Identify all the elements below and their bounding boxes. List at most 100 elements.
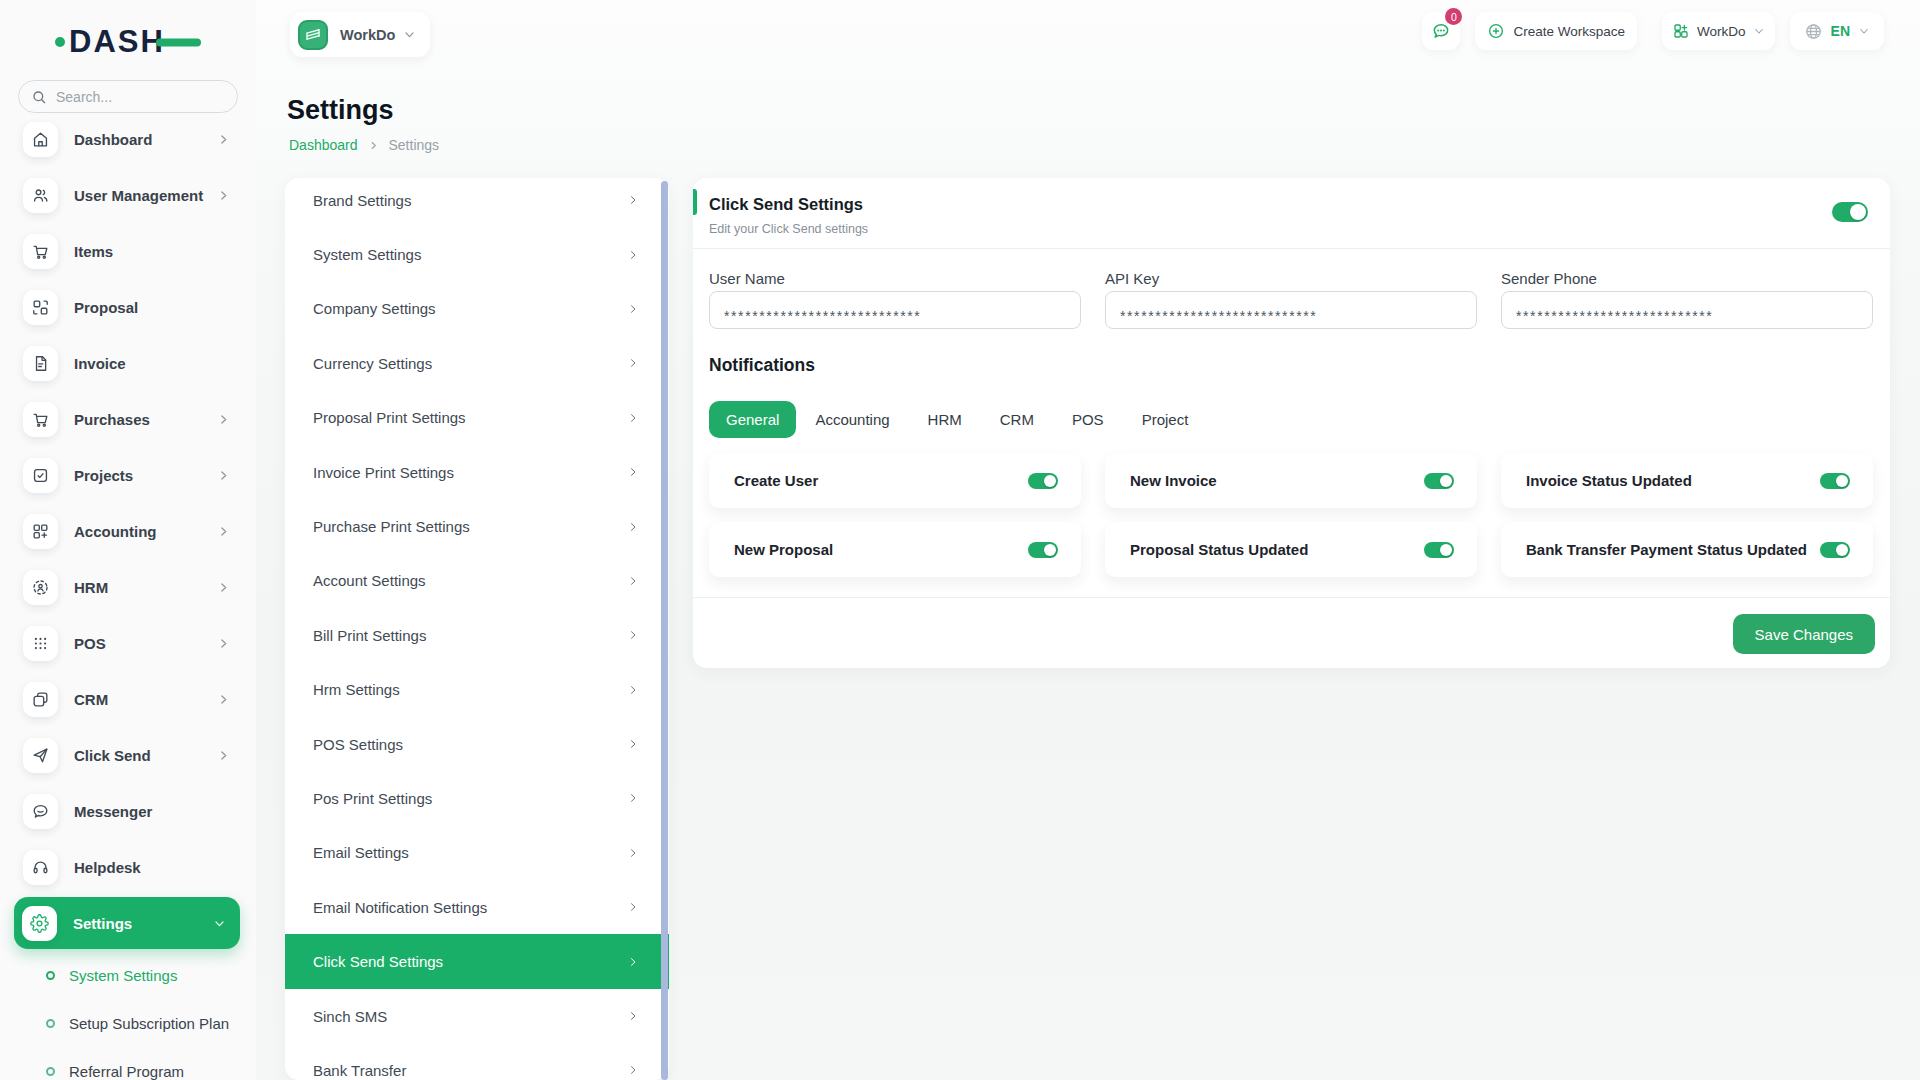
chevron-right-icon (627, 412, 639, 424)
notification-tab[interactable]: Project (1123, 401, 1208, 438)
sidebar-item[interactable]: POS (0, 615, 256, 671)
settings-menu-item[interactable]: Email Notification Settings (285, 880, 669, 934)
messenger-icon (31, 802, 50, 821)
submenu-item[interactable]: Referral Program (0, 1047, 256, 1080)
bullet-icon (46, 1019, 55, 1028)
settings-menu-card: Brand Settings System Settings Company S… (285, 178, 669, 1080)
settings-menu-item[interactable]: Sinch SMS (285, 989, 669, 1043)
sidebar-item[interactable]: Accounting (0, 503, 256, 559)
sidebar-item[interactable]: Click Send (0, 727, 256, 783)
workspace-switcher[interactable]: WorkDo (290, 12, 430, 57)
panel-title: Click Send Settings (709, 195, 863, 214)
notification-tab[interactable]: General (709, 401, 796, 438)
sidebar-item[interactable]: Items (0, 223, 256, 279)
messenger-button[interactable]: 0 (1422, 12, 1460, 50)
settings-menu-item[interactable]: POS Settings (285, 717, 669, 771)
notification-tab[interactable]: HRM (909, 401, 981, 438)
chevron-right-icon (627, 249, 639, 261)
breadcrumb-dashboard[interactable]: Dashboard (289, 137, 358, 153)
sidebar-item[interactable]: User Management (0, 167, 256, 223)
settings-menu-item[interactable]: Click Send Settings (285, 934, 669, 988)
sidebar-item[interactable]: Purchases (0, 391, 256, 447)
settings-menu-item-label: Company Settings (313, 300, 627, 317)
notification-toggle[interactable] (1028, 542, 1058, 558)
settings-menu-item[interactable]: Bank Transfer (285, 1043, 669, 1080)
sidebar-item[interactable]: Projects (0, 447, 256, 503)
chevron-right-icon (627, 1010, 639, 1022)
notification-toggle[interactable] (1820, 542, 1850, 558)
notification-toggle-label: Proposal Status Updated (1130, 541, 1424, 558)
settings-menu-item[interactable]: Email Settings (285, 826, 669, 880)
submenu-item[interactable]: System Settings (0, 951, 256, 999)
notification-toggle[interactable] (1424, 473, 1454, 489)
workspace-icon (298, 20, 328, 50)
sidebar-item[interactable]: HRM (0, 559, 256, 615)
notification-toggle-card: New Proposal (709, 522, 1081, 577)
sidebar-item[interactable]: CRM (0, 671, 256, 727)
proposal-icon (31, 298, 50, 317)
settings-menu-item[interactable]: Purchase Print Settings (285, 499, 669, 553)
notification-tab[interactable]: POS (1053, 401, 1123, 438)
settings-menu-item-label: Click Send Settings (313, 953, 627, 970)
settings-menu-item[interactable]: Proposal Print Settings (285, 391, 669, 445)
settings-menu-item[interactable]: Brand Settings (285, 178, 669, 227)
settings-menu-item[interactable]: System Settings (285, 227, 669, 281)
notification-toggle[interactable] (1028, 473, 1058, 489)
sidebar-item[interactable]: Helpdesk (0, 839, 256, 895)
panel-divider-top (693, 248, 1890, 249)
breadcrumb: Dashboard Settings (289, 137, 439, 153)
sidebar-item[interactable]: Settings (14, 897, 240, 949)
notification-toggle-label: Invoice Status Updated (1526, 472, 1820, 489)
notification-tab[interactable]: CRM (981, 401, 1053, 438)
sidebar-item[interactable]: Proposal (0, 279, 256, 335)
field-label: Sender Phone (1501, 270, 1597, 287)
chevron-right-icon (627, 847, 639, 859)
settings-menu-item[interactable]: Company Settings (285, 282, 669, 336)
sidebar-item[interactable]: Dashboard (0, 111, 256, 167)
settings-menu-item[interactable]: Pos Print Settings (285, 771, 669, 825)
panel-accent-strip (693, 189, 697, 215)
field-label: User Name (709, 270, 785, 287)
sidebar-item-label: HRM (74, 579, 217, 596)
notification-toggle[interactable] (1820, 473, 1850, 489)
create-workspace-label: Create Workspace (1513, 24, 1625, 39)
settings-menu-scrollbar[interactable] (661, 181, 668, 1080)
settings-menu-item[interactable]: Currency Settings (285, 336, 669, 390)
workspace-menu-button[interactable]: WorkDo (1662, 12, 1775, 50)
field-input[interactable]: **************************** (1105, 291, 1477, 329)
chevron-right-icon (217, 749, 230, 762)
notification-tab[interactable]: Accounting (796, 401, 908, 438)
save-changes-button[interactable]: Save Changes (1733, 614, 1875, 654)
settings-menu-item[interactable]: Invoice Print Settings (285, 445, 669, 499)
chevron-right-icon (217, 189, 230, 202)
chevron-right-icon (627, 684, 639, 696)
settings-menu-item[interactable]: Account Settings (285, 554, 669, 608)
submenu-item[interactable]: Setup Subscription Plan (0, 999, 256, 1047)
sidebar-item[interactable]: Messenger (0, 783, 256, 839)
crm-icon (31, 690, 50, 709)
chevron-right-icon (627, 466, 639, 478)
settings-menu-item[interactable]: Bill Print Settings (285, 608, 669, 662)
sidebar: DASH Dashboard User Management (0, 0, 256, 1080)
settings-menu-item[interactable]: Hrm Settings (285, 663, 669, 717)
field-input[interactable]: **************************** (709, 291, 1081, 329)
sidebar-item-label: Invoice (74, 355, 230, 372)
workspace-menu-label: WorkDo (1697, 24, 1746, 39)
language-selector[interactable]: EN (1790, 12, 1884, 50)
notifications-title: Notifications (709, 355, 815, 376)
notification-toggle-card: Proposal Status Updated (1105, 522, 1477, 577)
chevron-right-icon (627, 194, 639, 206)
field-input[interactable]: **************************** (1501, 291, 1873, 329)
chevron-right-icon (627, 357, 639, 369)
search-icon (31, 89, 47, 105)
create-workspace-button[interactable]: Create Workspace (1475, 12, 1637, 50)
chevron-right-icon (627, 629, 639, 641)
click-send-master-toggle[interactable] (1832, 202, 1868, 222)
language-label: EN (1831, 23, 1850, 39)
panel-subtitle: Edit your Click Send settings (709, 222, 868, 236)
chevron-right-icon (217, 637, 230, 650)
sidebar-item[interactable]: Invoice (0, 335, 256, 391)
search-input[interactable] (56, 89, 225, 105)
breadcrumb-current: Settings (389, 137, 440, 153)
notification-toggle[interactable] (1424, 542, 1454, 558)
